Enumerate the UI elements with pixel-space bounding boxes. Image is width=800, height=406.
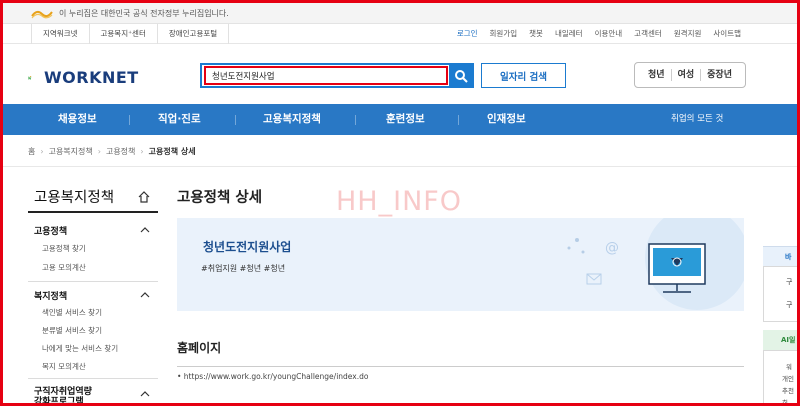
- right-panel-ai-body: 워 개인 추천 회: [763, 350, 797, 406]
- right-panel-ai[interactable]: AI일: [763, 330, 797, 350]
- watermark: HH_INFO: [336, 186, 463, 217]
- sitemap-link[interactable]: 사이트맵: [713, 24, 741, 44]
- customer-center-link[interactable]: 고객센터: [634, 24, 662, 44]
- nav-item-welfare-policy[interactable]: 고용복지정책: [263, 104, 321, 135]
- right-panel-text: 회: [782, 399, 788, 406]
- government-logo-icon: [31, 10, 53, 19]
- homepage-link[interactable]: • https://www.work.go.kr/youngChallenge/…: [177, 372, 368, 381]
- sidebar-link-personal-search[interactable]: 나에게 맞는 서비스 찾기: [42, 343, 118, 354]
- newsletter-link[interactable]: 내일레터: [555, 24, 583, 44]
- right-floating-panel: 바 구 구 AI일 워 개인 추천 회: [763, 246, 797, 406]
- login-link[interactable]: 로그인: [457, 24, 478, 44]
- sidebar-link-find-policy[interactable]: 고용정책 찾기: [42, 243, 86, 254]
- nav-item-talent[interactable]: 인재정보: [487, 104, 526, 135]
- right-panel-header[interactable]: 바: [763, 246, 797, 266]
- homepage-heading: 홈페이지: [177, 341, 222, 355]
- job-search-button[interactable]: 일자리 검색: [481, 63, 566, 88]
- svg-text:@: @: [605, 240, 619, 256]
- right-panel-item[interactable]: 구: [786, 300, 792, 310]
- sidebar-link-index-search[interactable]: 색인별 서비스 찾기: [42, 307, 102, 318]
- sidebar-section-job-seeker-line2[interactable]: 강화프로그램: [34, 394, 84, 406]
- right-panel-text: 추천: [782, 387, 794, 395]
- right-panel-text: 워: [786, 363, 792, 371]
- chevron-right-icon: ›: [97, 146, 101, 156]
- search-icon: [454, 69, 468, 83]
- sidebar-link-welfare-calc[interactable]: 복지 모의계산: [42, 361, 86, 372]
- breadcrumb-divider: [3, 166, 797, 167]
- search-button[interactable]: [449, 65, 472, 86]
- page-title: 고용정책 상세: [177, 190, 263, 206]
- sidebar-divider: [28, 378, 158, 379]
- chevron-up-icon[interactable]: [140, 226, 150, 234]
- main-nav: 채용정보 직업·진로 고용복지정책 훈련정보 인재정보 취업의 모든 것: [3, 104, 797, 135]
- right-panel-text: 개인: [782, 375, 794, 383]
- home-icon[interactable]: [137, 190, 151, 204]
- nav-item-jobs[interactable]: 채용정보: [58, 104, 97, 135]
- worknet-logo-text[interactable]: WORKNET: [44, 68, 139, 87]
- remote-support-link[interactable]: 원격지원: [674, 24, 702, 44]
- policy-name: 청년도전지원사업: [203, 240, 292, 254]
- utility-bar: 지역워크넷 고용복지⁺센터 장애인고용포털 로그인 회원가입 챗봇 내일레터 이…: [3, 24, 797, 44]
- homepage-divider: [177, 366, 744, 367]
- sidebar-section-employment-policy[interactable]: 고용정책: [34, 224, 67, 237]
- utility-right-links: 로그인 회원가입 챗봇 내일레터 이용안내 고객센터 원격지원 사이트맵: [457, 24, 741, 44]
- nav-item-training[interactable]: 훈련정보: [386, 104, 425, 135]
- breadcrumb-current: 고용정책 상세: [148, 146, 196, 156]
- breadcrumb-employment-policy[interactable]: 고용정책: [106, 146, 135, 157]
- breadcrumb: 홈 › 고용복지정책 › 고용정책 › 고용정책 상세: [28, 144, 196, 158]
- nav-separator: [458, 115, 459, 125]
- sidebar-divider: [28, 281, 158, 282]
- gov-banner-text: 이 누리집은 대한민국 공식 전자정부 누리집입니다.: [59, 9, 229, 18]
- nav-separator: [235, 115, 236, 125]
- sidebar-title: 고용복지정책: [34, 190, 115, 206]
- segment-women[interactable]: 여성: [670, 69, 701, 81]
- policy-banner: 청년도전지원사업 #취업지원 #청년 #청년 @: [177, 218, 744, 311]
- guide-link[interactable]: 이용안내: [595, 24, 623, 44]
- chevron-up-icon[interactable]: [140, 291, 150, 299]
- monitor-illustration-icon: @: [567, 218, 744, 310]
- sidebar-title-underline: [28, 211, 158, 213]
- search-box: [200, 63, 474, 88]
- breadcrumb-home[interactable]: 홈: [28, 146, 35, 157]
- chevron-right-icon: ›: [140, 146, 144, 156]
- chevron-right-icon: ›: [40, 146, 44, 156]
- nav-item-career[interactable]: 직업·진로: [158, 104, 201, 135]
- util-link-disabled-portal[interactable]: 장애인고용포털: [156, 24, 230, 44]
- chatbot-link[interactable]: 챗봇: [529, 24, 543, 44]
- utility-left-links: 지역워크넷 고용복지⁺센터 장애인고용포털: [31, 24, 230, 44]
- nav-separator: [129, 115, 130, 125]
- nav-separator: [355, 115, 356, 125]
- signup-link[interactable]: 회원가입: [490, 24, 518, 44]
- gov-banner: 이 누리집은 대한민국 공식 전자정부 누리집입니다.: [3, 3, 797, 24]
- util-link-employment-center[interactable]: 고용복지⁺센터: [88, 24, 157, 44]
- nav-all-about-jobs[interactable]: 취업의 모든 것: [671, 104, 723, 135]
- chevron-up-icon[interactable]: [140, 390, 150, 398]
- search-input[interactable]: [204, 66, 448, 85]
- audience-segment: 청년 여성 중장년: [634, 62, 746, 88]
- segment-youth[interactable]: 청년: [642, 69, 671, 81]
- sidebar-link-category-search[interactable]: 분류별 서비스 찾기: [42, 325, 102, 336]
- util-link-local-worknet[interactable]: 지역워크넷: [31, 24, 89, 44]
- right-panel-item[interactable]: 구: [786, 277, 792, 287]
- policy-tags: #취업지원 #청년 #청년: [201, 264, 286, 273]
- right-panel-box: 구 구: [763, 266, 797, 322]
- sidebar-section-welfare-policy[interactable]: 복지정책: [34, 289, 67, 302]
- segment-middle-aged[interactable]: 중장년: [700, 69, 738, 81]
- sidebar-link-employment-calc[interactable]: 고용 모의계산: [42, 262, 86, 273]
- breadcrumb-welfare-policy[interactable]: 고용복지정책: [49, 146, 93, 157]
